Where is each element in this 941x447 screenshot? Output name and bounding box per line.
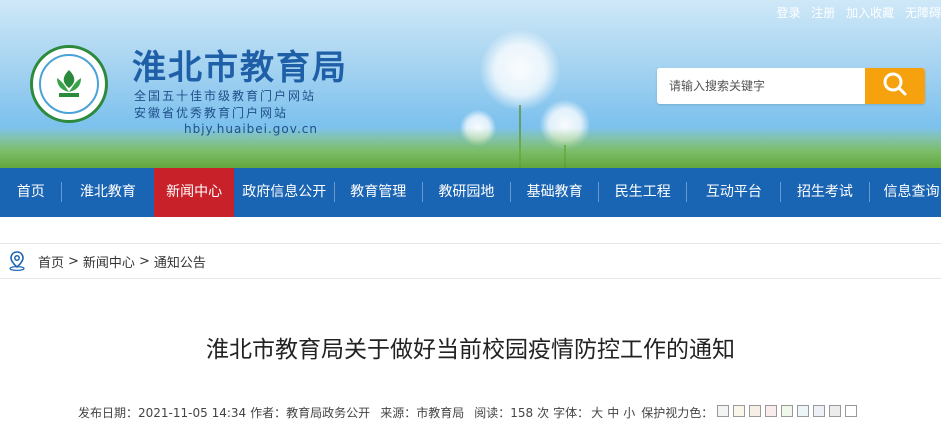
views-label: 阅读： [474, 406, 511, 420]
nav-item-basic-education[interactable]: 基础教育 [511, 168, 598, 217]
accessibility-link[interactable]: 无障碍 [905, 6, 941, 20]
nav-item-interactive[interactable]: 互动平台 [687, 168, 780, 217]
nav-item-huaibei-education[interactable]: 淮北教育 [62, 168, 153, 217]
main-nav: 首页 淮北教育 新闻中心 政府信息公开 教育管理 教研园地 基础教育 民生工程 … [0, 168, 941, 217]
published-date: 2021-11-05 14:34 [138, 405, 247, 420]
author-label: 作者： [250, 406, 287, 420]
eye-care-color-swatch[interactable] [829, 405, 842, 417]
search-icon [882, 71, 908, 101]
top-links: 登录 注册 加入收藏 无障碍 [769, 4, 941, 21]
nav-item-livelihood[interactable]: 民生工程 [599, 168, 686, 217]
eye-care-color-swatch[interactable] [717, 405, 730, 417]
nav-item-edu-management[interactable]: 教育管理 [335, 168, 422, 217]
font-size-label: 字体： [553, 406, 590, 420]
breadcrumb-separator: > [68, 253, 79, 269]
site-subtitle: 安徽省优秀教育门户网站 [134, 106, 289, 120]
nav-item-gov-info[interactable]: 政府信息公开 [235, 168, 334, 217]
site-url: hbjy.huaibei.gov.cn [184, 122, 318, 136]
grass-decoration [0, 128, 941, 168]
font-size-small[interactable]: 小 [623, 404, 635, 421]
eye-care-color-swatch[interactable] [845, 405, 858, 417]
eye-care-color-swatch[interactable] [813, 405, 826, 417]
breadcrumb-separator: > [138, 253, 150, 269]
search-input[interactable] [657, 68, 865, 104]
article-meta: 发布日期： 2021-11-05 14:34 作者： 教育局政务公开 来源： 市… [78, 404, 858, 421]
nav-item-teaching-research[interactable]: 教研园地 [423, 168, 510, 217]
eye-care-color-swatch[interactable] [781, 405, 794, 417]
author-value: 教育局政务公开 [286, 406, 371, 420]
nav-item-home[interactable]: 首页 [0, 168, 61, 217]
register-link[interactable]: 注册 [811, 6, 835, 20]
search-button[interactable] [865, 68, 925, 104]
eye-care-color-swatch[interactable] [733, 405, 746, 417]
font-size-medium[interactable]: 中 [607, 404, 619, 421]
eye-care-swatches [713, 405, 858, 420]
font-size-large[interactable]: 大 [591, 404, 603, 421]
eye-care-color-swatch[interactable] [797, 405, 810, 417]
site-logo[interactable] [30, 45, 108, 123]
dandelion-decoration [480, 30, 560, 110]
add-favorite-link[interactable]: 加入收藏 [846, 6, 894, 20]
nav-item-admissions[interactable]: 招生考试 [781, 168, 868, 217]
breadcrumb-news-center[interactable]: 新闻中心 [83, 252, 135, 271]
published-label: 发布日期： [78, 406, 139, 420]
breadcrumb-home[interactable]: 首页 [38, 252, 64, 271]
source-label: 来源： [380, 406, 417, 420]
source-value: 市教育局 [416, 406, 465, 420]
article-title: 淮北市教育局关于做好当前校园疫情防控工作的通知 [206, 337, 735, 363]
eye-care-color-swatch[interactable] [765, 405, 778, 417]
eye-care-color-swatch[interactable] [749, 405, 762, 417]
education-bureau-emblem-icon [39, 54, 99, 114]
views-count: 158 [510, 405, 534, 420]
login-link[interactable]: 登录 [776, 6, 800, 20]
location-pin-icon [8, 251, 26, 271]
site-subtitle: 全国五十佳市级教育门户网站 [134, 89, 317, 103]
breadcrumb-notices[interactable]: 通知公告 [154, 252, 206, 271]
nav-item-info-query[interactable]: 信息查询 [870, 168, 941, 217]
views-unit: 次 [537, 406, 550, 420]
nav-item-news-center[interactable]: 新闻中心 [154, 168, 234, 217]
eye-care-label: 保护视力色： [641, 406, 714, 420]
breadcrumb: 首页 > 新闻中心 > 通知公告 [0, 243, 941, 279]
header-banner: 淮北市教育局 全国五十佳市级教育门户网站 安徽省优秀教育门户网站 hbjy.hu… [0, 0, 941, 168]
site-title[interactable]: 淮北市教育局 [132, 40, 348, 89]
search-box [657, 68, 925, 104]
